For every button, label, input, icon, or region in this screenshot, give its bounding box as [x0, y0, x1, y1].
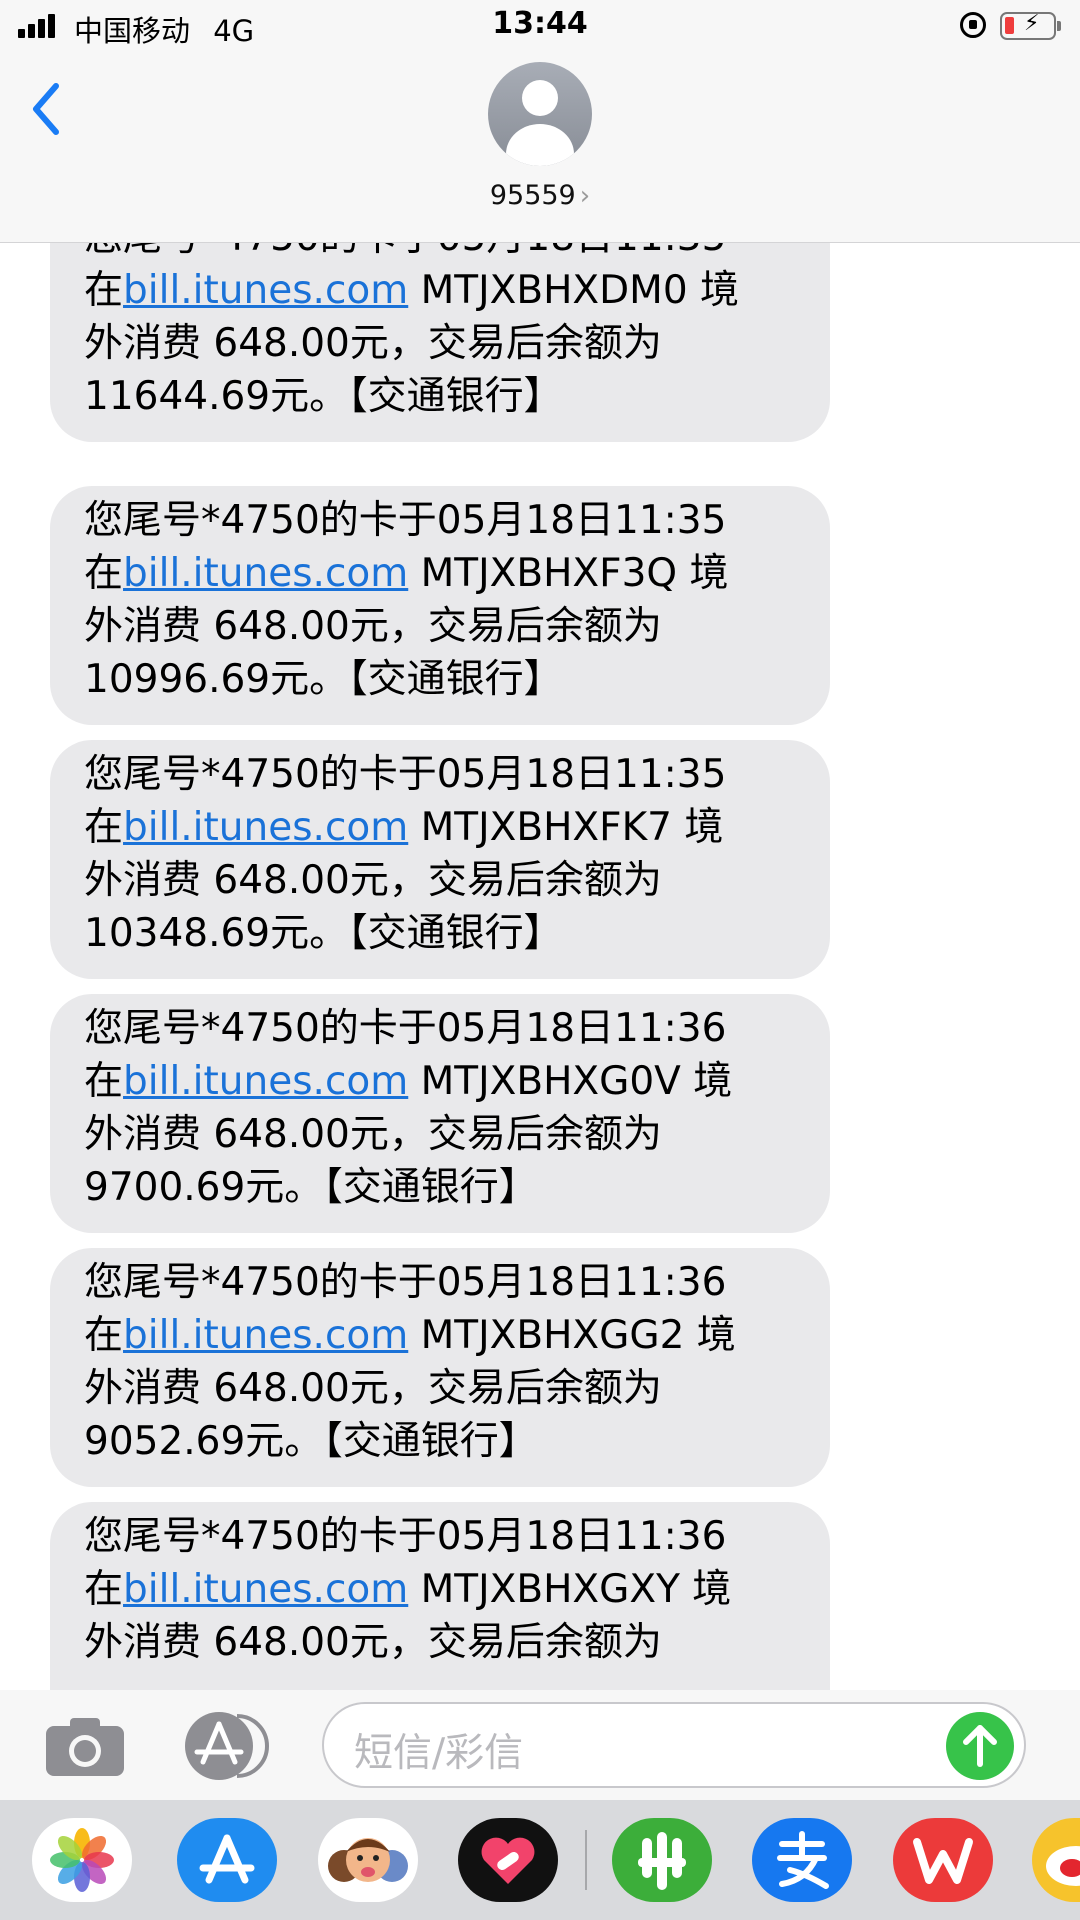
battery-icon: ⚡: [1000, 11, 1061, 40]
message-input[interactable]: 短信/彩信: [322, 1702, 1026, 1788]
photos-app-icon[interactable]: [32, 1818, 132, 1902]
message-line: 11644.69元。【交通银行】: [84, 374, 563, 419]
green-app-icon[interactable]: [612, 1818, 712, 1902]
message-line: 10348.69元。【交通银行】: [84, 911, 563, 956]
message-line: 您尾号*4750的卡于05月18日11:35: [84, 752, 727, 797]
message-text: 在: [84, 551, 124, 596]
message-line: 外消费 648.00元，交易后余额为: [84, 1620, 662, 1665]
strip-divider: [585, 1830, 587, 1890]
status-bar: 中国移动 4G 13:44 ⚡: [0, 0, 1080, 54]
message-text: MTJXBHXG0V 境: [408, 1059, 733, 1104]
status-time: 13:44: [492, 6, 588, 41]
app-store-button[interactable]: [183, 1710, 277, 1782]
message-line: 您尾号*4750的卡于05月18日11:35: [84, 243, 800, 264]
back-chevron-icon: [33, 83, 59, 135]
message-line: 10996.69元。【交通银行】: [84, 657, 563, 702]
message-line: 外消费 648.00元，交易后余额为: [84, 604, 662, 649]
back-button[interactable]: [26, 74, 86, 144]
camera-icon: [46, 1718, 124, 1776]
rotation-lock-icon: [960, 12, 986, 38]
app-store-app-icon[interactable]: [177, 1818, 277, 1902]
imessage-app-strip: [0, 1800, 1080, 1920]
message-text: 在: [84, 805, 124, 850]
message-link[interactable]: bill.itunes.com: [123, 1567, 408, 1612]
message-bubble[interactable]: 您尾号*4750的卡于05月18日11:36 在bill.itunes.com …: [50, 1502, 830, 1690]
message-line: 9700.69元。【交通银行】: [84, 1165, 538, 1210]
composer-bar: 短信/彩信: [0, 1690, 1080, 1800]
camera-button[interactable]: [44, 1716, 126, 1778]
message-link[interactable]: bill.itunes.com: [123, 551, 408, 596]
message-text: MTJXBHXGXY 境: [408, 1567, 732, 1612]
alipay-app-icon[interactable]: [752, 1818, 852, 1902]
message-link[interactable]: bill.itunes.com: [123, 1313, 408, 1358]
message-link[interactable]: bill.itunes.com: [123, 805, 408, 850]
heart-app-icon[interactable]: [458, 1818, 558, 1902]
message-line: 您尾号*4750的卡于05月18日11:36: [84, 1006, 727, 1051]
contact-name: 95559: [489, 180, 576, 211]
message-bubble[interactable]: 您尾号*4750的卡于05月18日11:36 在bill.itunes.com …: [50, 1248, 830, 1487]
contact-avatar-icon[interactable]: [488, 62, 592, 166]
message-list[interactable]: 您尾号*4750的卡于05月18日11:35 在bill.itunes.com …: [0, 243, 1080, 1690]
message-bubble[interactable]: 您尾号*4750的卡于05月18日11:35 在bill.itunes.com …: [50, 486, 830, 725]
message-line: 9052.69元。【交通银行】: [84, 1419, 538, 1464]
send-button[interactable]: [946, 1712, 1014, 1780]
send-arrow-icon: [963, 1725, 997, 1767]
message-link[interactable]: bill.itunes.com: [123, 268, 408, 313]
message-line: 您尾号*4750的卡于05月18日11:36: [84, 1514, 727, 1559]
message-line: 外消费 648.00元，交易后余额为: [84, 1366, 662, 1411]
message-bubble[interactable]: 您尾号*4750的卡于05月18日11:35 在bill.itunes.com …: [50, 243, 830, 442]
app-store-icon: [185, 1712, 269, 1780]
conversation-header: 95559 ›: [0, 54, 1080, 243]
weibo-app-icon[interactable]: [1032, 1818, 1080, 1902]
message-input-placeholder: 短信/彩信: [354, 1731, 524, 1776]
message-line: 外消费 648.00元，交易后余额为: [84, 1112, 662, 1157]
wps-app-icon[interactable]: [893, 1818, 993, 1902]
message-line: 您尾号*4750的卡于05月18日11:35: [84, 498, 727, 543]
message-text: MTJXBHXFK7 境: [408, 805, 724, 850]
message-text: MTJXBHXDM0 境: [408, 268, 740, 313]
chevron-right-icon: ›: [579, 181, 591, 211]
message-bubble[interactable]: 您尾号*4750的卡于05月18日11:35 在bill.itunes.com …: [50, 740, 830, 979]
contact-name-button[interactable]: 95559 ›: [0, 180, 1080, 211]
message-text: 在: [84, 1567, 124, 1612]
message-link[interactable]: bill.itunes.com: [123, 1059, 408, 1104]
message-text: MTJXBHXF3Q 境: [408, 551, 729, 596]
message-text: MTJXBHXGG2 境: [408, 1313, 736, 1358]
message-text: 在: [84, 1059, 124, 1104]
message-text: 在: [84, 1313, 124, 1358]
message-line: 外消费 648.00元，交易后余额为: [84, 321, 662, 366]
message-bubble[interactable]: 您尾号*4750的卡于05月18日11:36 在bill.itunes.com …: [50, 994, 830, 1233]
memoji-app-icon[interactable]: [318, 1818, 418, 1902]
message-line: 您尾号*4750的卡于05月18日11:36: [84, 1260, 727, 1305]
message-text: 在: [84, 268, 124, 313]
message-line: 外消费 648.00元，交易后余额为: [84, 858, 662, 903]
